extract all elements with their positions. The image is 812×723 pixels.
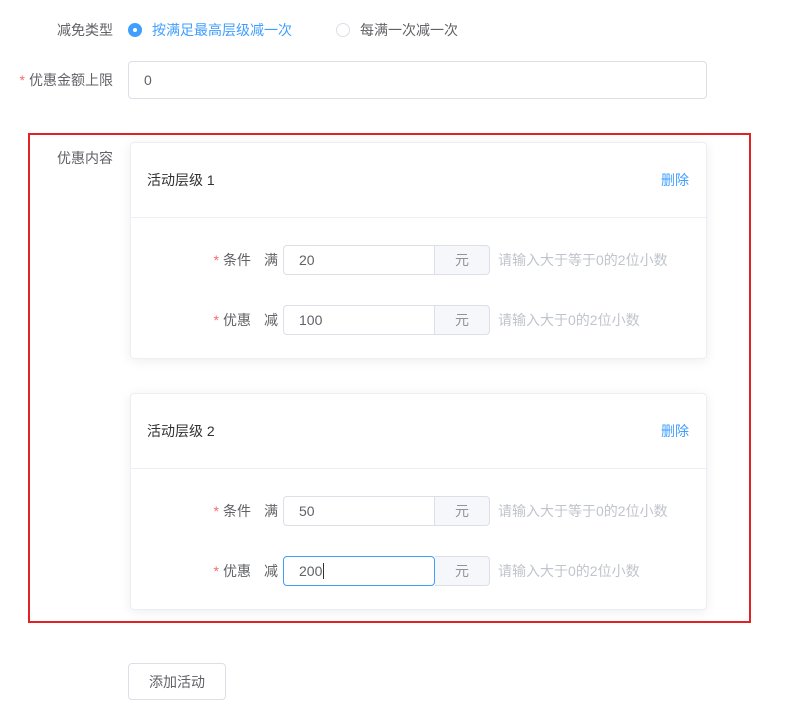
discount-label: *优惠 (131, 310, 251, 330)
add-activity-button[interactable]: 添加活动 (128, 663, 226, 700)
discount-prefix: 减 (264, 561, 278, 581)
condition-row: *条件 满 元 请输入大于等于0的2位小数 (131, 496, 706, 526)
condition-prefix: 满 (264, 250, 278, 270)
tier-card-2: 活动层级 2 删除 *条件 满 元 请输入大于等于0的2位小数 *优 (130, 393, 707, 610)
discount-label-text: 优惠 (223, 563, 251, 579)
input-hint: 请输入大于等于0的2位小数 (498, 250, 668, 270)
discount-content-annotation-box: 优惠内容 活动层级 1 删除 *条件 满 元 请输入大于等 (28, 133, 751, 623)
condition-row: *条件 满 元 请输入大于等于0的2位小数 (131, 245, 706, 275)
tier-card-list: 活动层级 1 删除 *条件 满 元 请输入大于等于0的2位小数 *优 (130, 142, 707, 610)
condition-label: *条件 (131, 250, 251, 270)
radio-option-every-time[interactable]: 每满一次减一次 (336, 20, 458, 40)
delete-tier-button[interactable]: 删除 (661, 170, 689, 190)
input-hint: 请输入大于0的2位小数 (498, 310, 640, 330)
tier-card-body: *条件 满 元 请输入大于等于0的2位小数 *优惠 减 200 元 (131, 469, 706, 609)
required-asterisk: * (214, 312, 219, 328)
discount-amount-input[interactable] (283, 305, 435, 335)
discount-input-group: 200 元 (283, 556, 490, 586)
condition-label: *条件 (131, 501, 251, 521)
condition-prefix: 满 (264, 501, 278, 521)
radio-option-highest-tier[interactable]: 按满足最高层级减一次 (128, 20, 292, 40)
currency-unit-suffix: 元 (435, 245, 490, 275)
tier-title: 活动层级 1 (147, 170, 215, 190)
discount-label-text: 优惠 (223, 312, 251, 328)
discount-content-label: 优惠内容 (57, 148, 113, 168)
radio-option-label: 每满一次减一次 (360, 20, 458, 40)
radio-checked-icon (128, 23, 142, 37)
discount-prefix: 减 (264, 310, 278, 330)
radio-option-label: 按满足最高层级减一次 (152, 20, 292, 40)
max-discount-input[interactable] (128, 61, 707, 99)
discount-amount-input-focused[interactable]: 200 (283, 556, 435, 586)
condition-amount-input[interactable] (283, 496, 435, 526)
reduction-type-radio-group: 按满足最高层级减一次 每满一次减一次 (128, 20, 458, 40)
tier-card-header: 活动层级 2 删除 (131, 394, 706, 469)
tier-title: 活动层级 2 (147, 421, 215, 441)
max-discount-label: *优惠金额上限 (0, 70, 113, 90)
currency-unit-suffix: 元 (435, 305, 490, 335)
discount-row: *优惠 减 200 元 请输入大于0的2位小数 (131, 556, 706, 586)
tier-card-1: 活动层级 1 删除 *条件 满 元 请输入大于等于0的2位小数 *优 (130, 142, 707, 359)
condition-input-group: 元 (283, 496, 490, 526)
currency-unit-suffix: 元 (435, 496, 490, 526)
tier-card-header: 活动层级 1 删除 (131, 143, 706, 218)
text-caret (323, 563, 324, 579)
currency-unit-suffix: 元 (435, 556, 490, 586)
discount-row: *优惠 减 元 请输入大于0的2位小数 (131, 305, 706, 335)
max-discount-row: *优惠金额上限 (0, 61, 812, 99)
input-hint: 请输入大于等于0的2位小数 (498, 501, 668, 521)
condition-input-group: 元 (283, 245, 490, 275)
delete-tier-button[interactable]: 删除 (661, 421, 689, 441)
promotion-form-page: 减免类型 按满足最高层级减一次 每满一次减一次 *优惠金额上限 优惠内容 活动层… (0, 20, 812, 99)
input-hint: 请输入大于0的2位小数 (498, 561, 640, 581)
required-asterisk: * (214, 563, 219, 579)
condition-label-text: 条件 (223, 252, 251, 268)
input-value: 200 (299, 563, 322, 579)
reduction-type-row: 减免类型 按满足最高层级减一次 每满一次减一次 (0, 20, 812, 40)
required-asterisk: * (20, 72, 25, 88)
condition-label-text: 条件 (223, 503, 251, 519)
required-asterisk: * (214, 252, 219, 268)
max-discount-label-text: 优惠金额上限 (29, 72, 113, 88)
tier-card-body: *条件 满 元 请输入大于等于0的2位小数 *优惠 减 元 (131, 218, 706, 358)
discount-label: *优惠 (131, 561, 251, 581)
condition-amount-input[interactable] (283, 245, 435, 275)
discount-input-group: 元 (283, 305, 490, 335)
required-asterisk: * (214, 503, 219, 519)
radio-unchecked-icon (336, 23, 350, 37)
reduction-type-label: 减免类型 (0, 20, 113, 40)
